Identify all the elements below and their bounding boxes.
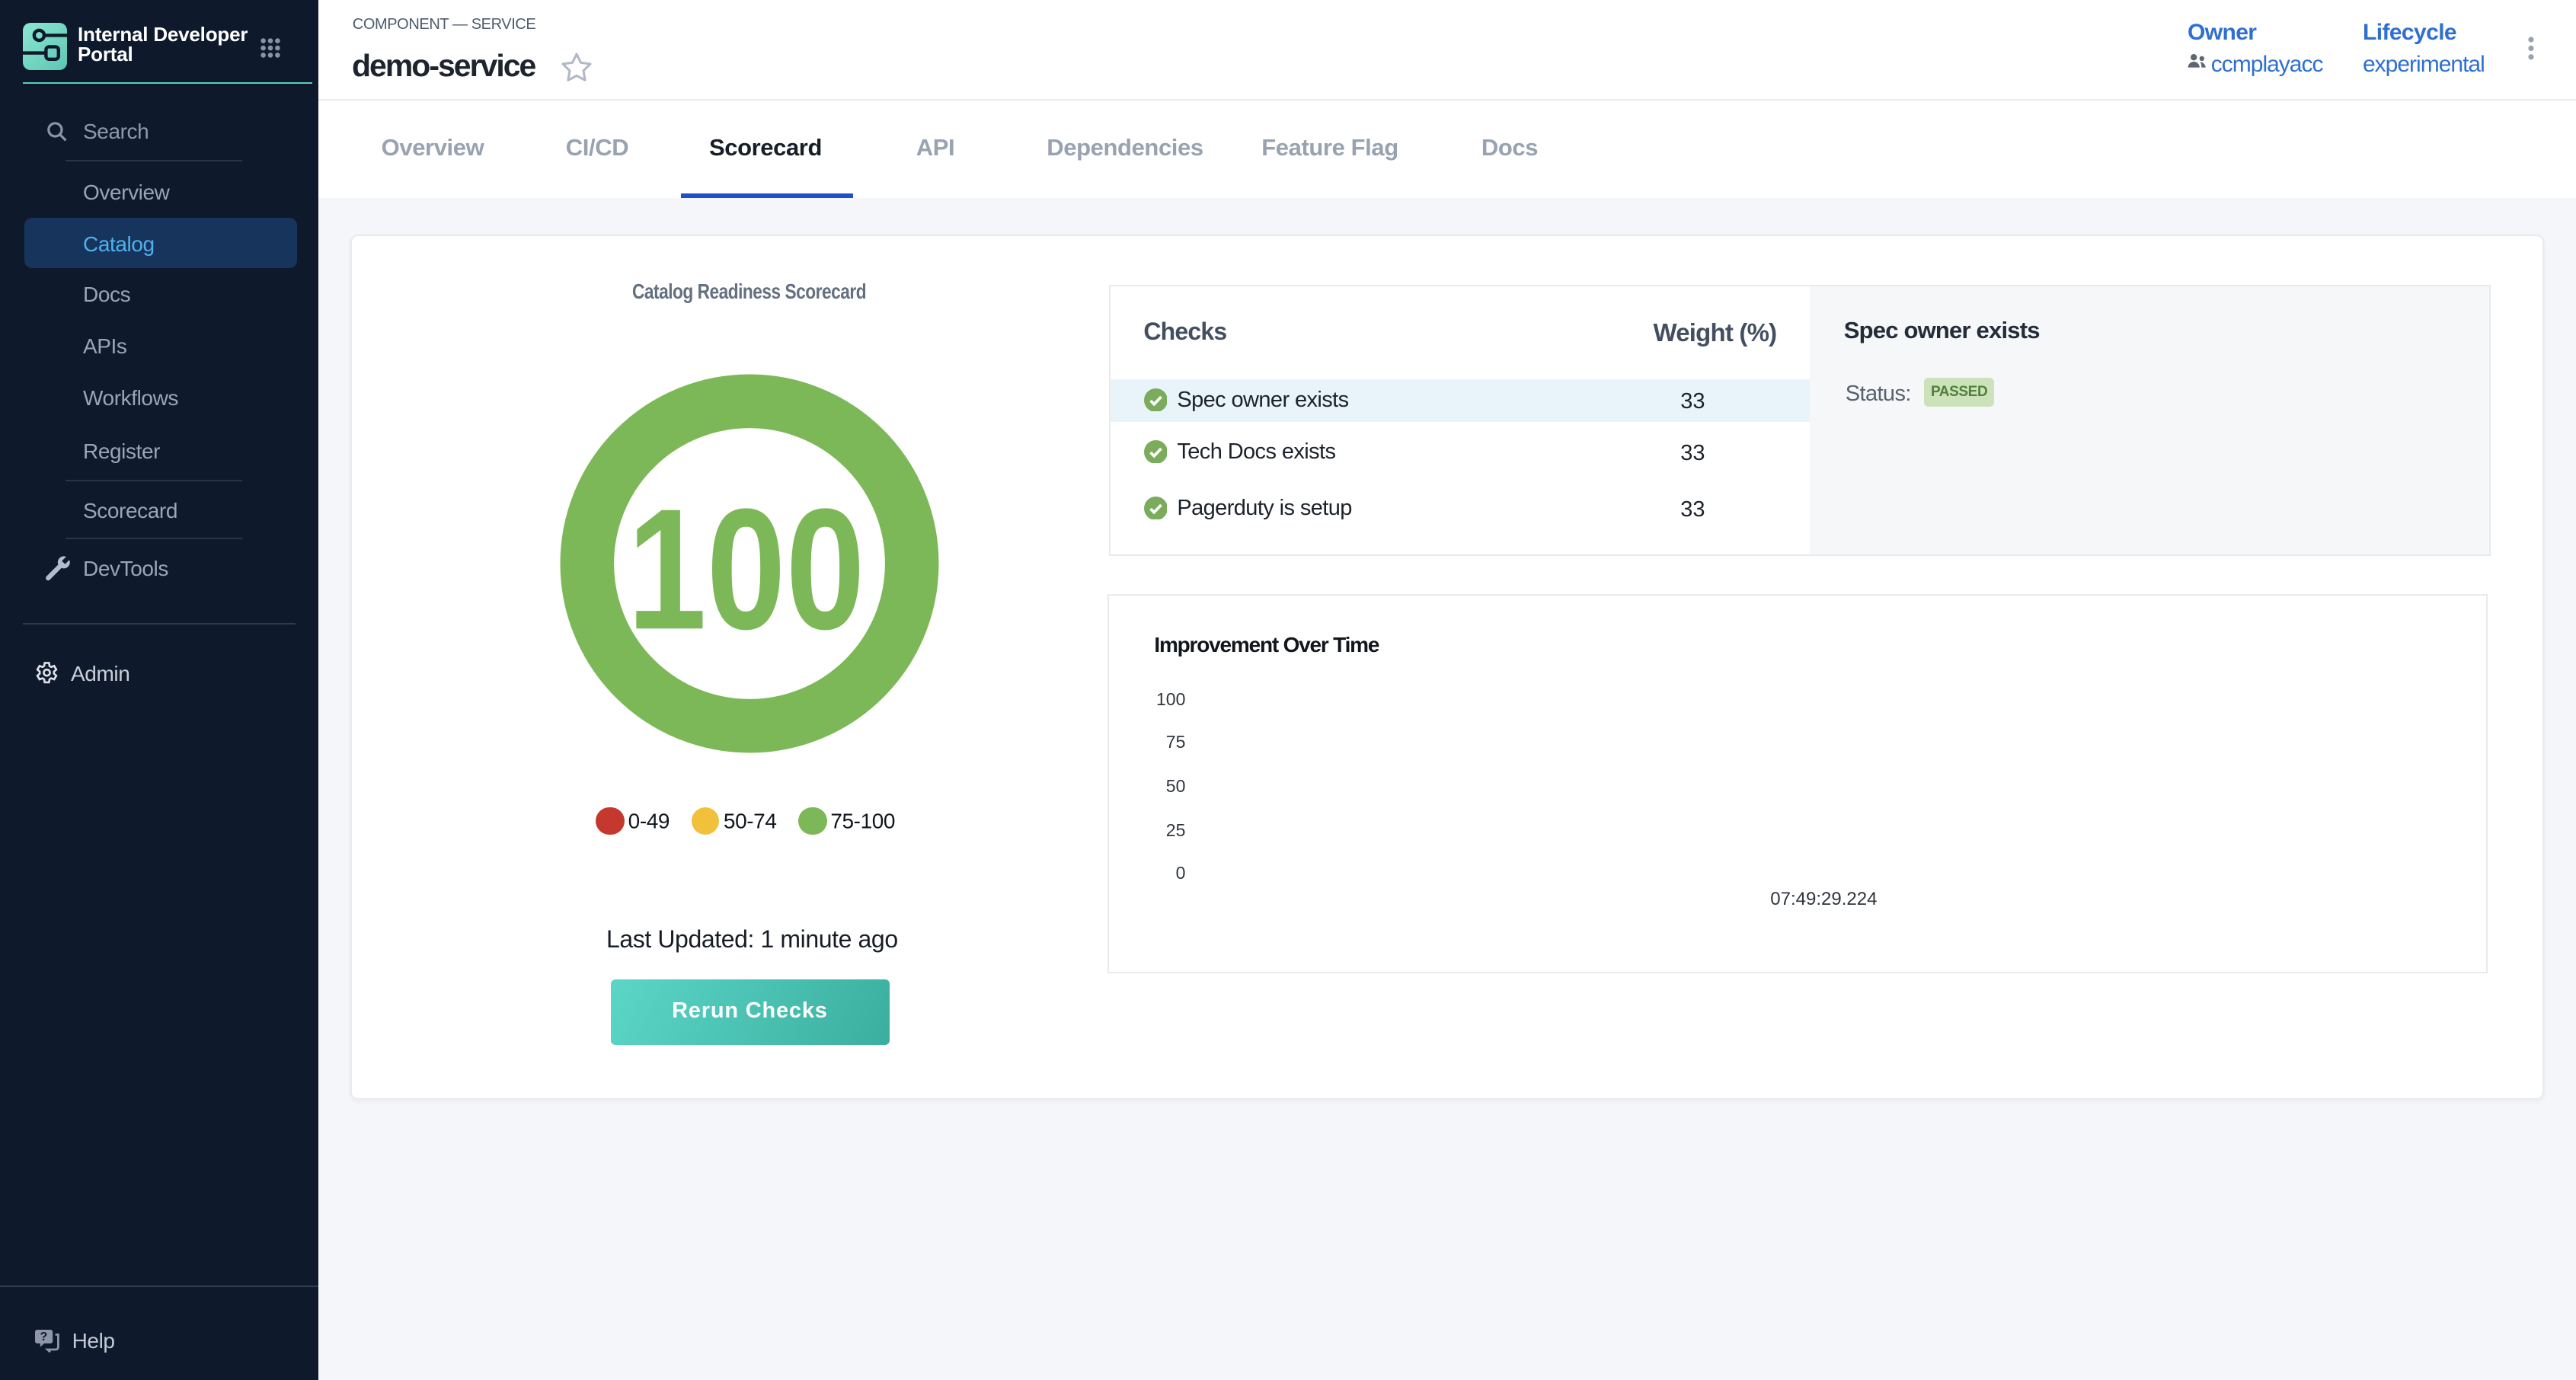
- svg-text:?: ?: [40, 1330, 48, 1343]
- svg-text:100: 100: [628, 472, 865, 665]
